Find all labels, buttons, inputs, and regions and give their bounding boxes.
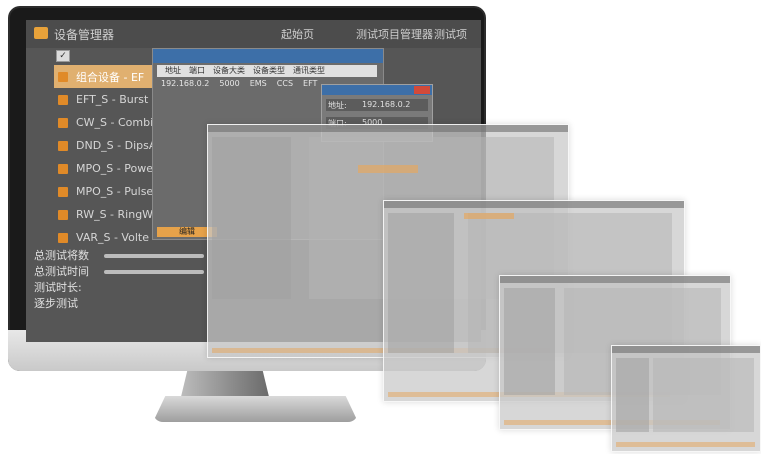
table-cell: 5000 [219,79,240,88]
window-titlebar [384,201,684,208]
device-label: RW_S - RingWa [76,208,160,221]
monitor-stand-base [153,396,358,422]
test-status-panel: 总测试将数 总测试时间 测试时长: 逐步测试 [34,248,89,312]
device-label: MPO_S - Pulse- [76,185,158,198]
window-titlebar [208,125,568,132]
device-label: EFT_S - Burst [76,93,149,106]
window-titlebar [500,276,730,283]
device-icon [58,94,68,105]
window-sidebar [388,213,454,353]
device-icon [58,163,68,174]
device-icon [58,232,68,243]
device-icon [58,140,68,151]
window-sidebar [616,358,649,432]
col-header: 设备大类 [213,66,245,75]
window-statusbar [616,442,756,447]
table-cell: EMS [249,79,267,88]
table-cell: EFT [303,79,318,88]
floating-window [611,345,761,452]
address-label: 地址: [328,101,347,110]
app-title: 设备管理器 [54,28,115,42]
col-header: 设备类型 [253,66,285,75]
tab-test-item[interactable]: 测试项 [434,26,467,42]
col-header: 地址 [165,66,181,75]
app-titlebar: 设备管理器 起始页 测试项目管理器 测试项 [26,20,481,48]
col-header: 通讯类型 [293,66,325,75]
table-header-row: 地址 端口 设备大类 设备类型 通讯类型 [157,65,377,77]
window-titlebar [612,346,760,353]
address-field-row[interactable]: 地址: 192.168.0.2 [326,99,428,111]
dialog-titlebar [153,49,383,63]
device-label: VAR_S - Volte [76,231,149,244]
duration-label: 测试时长: [34,281,82,294]
highlight-bar [464,213,514,219]
highlight-bar [358,165,418,173]
device-icon [58,209,68,220]
window-content [653,358,755,432]
select-all-checkbox[interactable]: ✓ [56,50,70,62]
app-logo-icon [34,27,48,39]
device-icon [58,71,68,82]
address-value: 192.168.0.2 [362,100,411,109]
menu-start-page[interactable]: 起始页 [281,26,314,42]
device-label: 组合设备 - EF [76,70,145,84]
device-label: DND_S - DipsA [76,139,157,152]
table-cell: 192.168.0.2 [161,79,210,88]
progress-bar [104,270,204,274]
window-sidebar [212,137,292,300]
close-button[interactable] [414,86,430,94]
window-sidebar [504,288,555,396]
device-icon [58,117,68,128]
device-label: MPO_S - Power [76,162,158,175]
device-label: CW_S - Combin [76,116,161,129]
device-icon [58,186,68,197]
total-time-label: 总测试时间 [34,265,89,278]
total-count-label: 总测试将数 [34,249,89,262]
progress-bar [104,254,204,258]
tab-test-project-manager[interactable]: 测试项目管理器 [356,26,433,42]
table-cell: CCS [276,79,294,88]
step-test-label[interactable]: 逐步测试 [34,296,89,312]
col-header: 端口 [189,66,205,75]
